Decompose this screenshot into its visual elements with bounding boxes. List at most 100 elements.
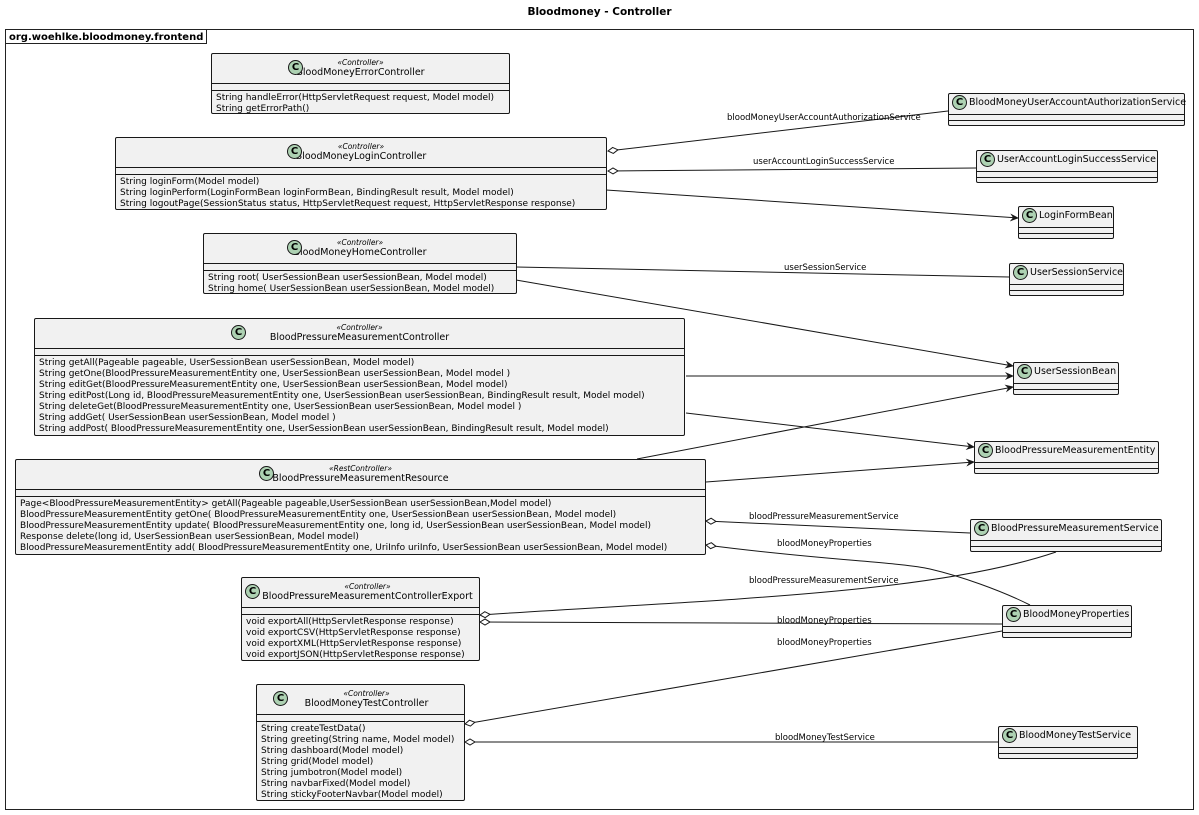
class-header: C «Controller» BloodMoneyLoginController (116, 138, 606, 163)
class-header: C BloodMoneyUserAccountAuthorizationServ… (949, 94, 1186, 111)
class-bloodmoney-test-controller[interactable]: C «Controller» BloodMoneyTestController … (256, 684, 465, 801)
class-name: BloodMoneyTestController (304, 698, 429, 709)
class-bloodmoney-error-controller[interactable]: C «Controller» BloodMoneyErrorController… (211, 53, 510, 114)
edge-label-authorization-service: bloodMoneyUserAccountAuthorizationServic… (727, 113, 921, 123)
edge-label-export-measurement-service: bloodPressureMeasurementService (749, 576, 899, 586)
class-name: LoginFormBean (1039, 210, 1113, 221)
class-name: UserAccountLoginSuccessService (997, 154, 1156, 165)
class-bloodmoney-properties[interactable]: C BloodMoneyProperties (1002, 605, 1132, 638)
class-user-session-service[interactable]: C UserSessionService (1009, 263, 1124, 296)
class-user-account-login-success-service[interactable]: C UserAccountLoginSuccessService (976, 150, 1158, 183)
edge-label-resource-measurement-service: bloodPressureMeasurementService (749, 512, 899, 522)
method-list: String getAll(Pageable pageable, UserSes… (35, 356, 684, 437)
method-list: String createTestData() String greeting(… (257, 722, 464, 803)
method: String loginForm(Model model) (120, 177, 260, 187)
class-c-icon: C (259, 466, 274, 481)
edge-bpm-controller-to-entity (685, 412, 975, 451)
class-c-icon: C (1002, 728, 1017, 743)
class-bloodmoney-home-controller[interactable]: C «Controller» BloodMoneyHomeController … (203, 233, 517, 294)
class-header: C UserAccountLoginSuccessService (977, 151, 1157, 168)
class-c-icon: C (231, 325, 246, 340)
class-c-icon: C (288, 60, 303, 75)
edge-label-export-properties: bloodMoneyProperties (777, 616, 872, 626)
method: void exportCSV(HttpServletResponse respo… (246, 628, 461, 638)
method: String root( UserSessionBean userSession… (208, 273, 487, 283)
method: String navbarFixed(Model model) (261, 779, 411, 789)
method: String dashboard(Model model) (261, 746, 404, 756)
edge-home-to-user-session-service (515, 266, 1010, 278)
class-name: BloodMoneyLoginController (295, 151, 427, 162)
method: String getErrorPath() (216, 104, 310, 114)
method: String createTestData() (261, 724, 366, 734)
edge-test-to-properties (464, 630, 1003, 727)
class-name: BloodPressureMeasurementEntity (995, 445, 1156, 456)
class-c-icon: C (245, 584, 260, 599)
class-blood-pressure-measurement-entity[interactable]: C BloodPressureMeasurementEntity (974, 441, 1159, 474)
class-stereotype: «RestController» (329, 464, 392, 473)
edge-resource-to-properties (705, 542, 1031, 606)
method: Response delete(long id, UserSessionBean… (20, 532, 359, 542)
class-blood-pressure-measurement-service[interactable]: C BloodPressureMeasurementService (970, 519, 1162, 552)
class-name: BloodPressureMeasurementService (991, 523, 1159, 534)
class-name: BloodPressureMeasurementControllerExport (262, 591, 473, 602)
class-header: C «Controller» BloodMoneyErrorController (212, 54, 509, 79)
class-stereotype: «Controller» (337, 58, 384, 67)
method: String greeting(String name, Model model… (261, 735, 455, 745)
method: String getAll(Pageable pageable, UserSes… (39, 358, 415, 368)
class-header: C «Controller» BloodPressureMeasurementC… (35, 319, 684, 344)
class-stereotype: «Controller» (336, 238, 384, 247)
class-c-icon: C (952, 95, 967, 110)
class-header: C LoginFormBean (1019, 207, 1113, 224)
class-bloodmoney-test-service[interactable]: C BloodMoneyTestService (998, 726, 1138, 759)
class-c-icon: C (1013, 265, 1028, 280)
method: void exportJSON(HttpServletResponse resp… (246, 650, 465, 660)
edge-resource-to-user-session-bean (636, 384, 1014, 460)
method: String stickyFooterNavbar(Model model) (261, 790, 443, 800)
method: Page<BloodPressureMeasurementEntity> get… (20, 499, 552, 509)
class-c-icon: C (1006, 607, 1021, 622)
method: String handleError(HttpServletRequest re… (216, 93, 494, 103)
class-header: C UserSessionBean (1014, 363, 1118, 380)
edge-resource-to-measurement-service (705, 517, 971, 534)
class-blood-pressure-measurement-resource[interactable]: C «RestController» BloodPressureMeasurem… (15, 459, 706, 555)
class-c-icon: C (1022, 208, 1037, 223)
edge-label-test-service: bloodMoneyTestService (775, 733, 875, 743)
class-login-form-bean[interactable]: C LoginFormBean (1018, 206, 1114, 239)
class-stereotype: «Controller» (344, 582, 391, 591)
method: String home( UserSessionBean userSession… (208, 284, 495, 294)
method: String grid(Model model) (261, 757, 374, 767)
method: BloodPressureMeasurementEntity getOne( B… (20, 510, 617, 520)
class-blood-pressure-measurement-controller[interactable]: C «Controller» BloodPressureMeasurementC… (34, 318, 685, 436)
edge-label-user-session-service: userSessionService (784, 263, 866, 273)
edge-login-to-login-success-service (607, 167, 977, 175)
class-c-icon: C (1017, 364, 1032, 379)
class-header: C «Controller» BloodPressureMeasurementC… (242, 578, 479, 603)
class-name: BloodMoneyTestService (1019, 730, 1132, 741)
edge-resource-to-entity (705, 458, 975, 483)
class-header: C BloodPressureMeasurementService (971, 520, 1161, 537)
method: String loginPerform(LoginFormBean loginF… (120, 188, 514, 198)
method: String deleteGet(BloodPressureMeasuremen… (39, 402, 522, 412)
class-header: C «RestController» BloodPressureMeasurem… (16, 460, 705, 485)
class-c-icon: C (974, 521, 989, 536)
class-name: UserSessionService (1030, 267, 1124, 278)
class-stereotype: «Controller» (343, 689, 390, 698)
method: String editGet(BloodPressureMeasurementE… (39, 380, 508, 390)
class-c-icon: C (978, 443, 993, 458)
method-list: Page<BloodPressureMeasurementEntity> get… (16, 497, 705, 556)
edge-label-login-success-service: userAccountLoginSuccessService (753, 157, 894, 167)
class-bloodmoney-login-controller[interactable]: C «Controller» BloodMoneyLoginController… (115, 137, 607, 210)
class-header: C BloodMoneyProperties (1003, 606, 1131, 623)
class-c-icon: C (980, 152, 995, 167)
class-bloodmoney-user-account-authorization-service[interactable]: C BloodMoneyUserAccountAuthorizationServ… (948, 93, 1186, 126)
method: String jumbotron(Model model) (261, 768, 403, 778)
class-blood-pressure-measurement-controller-export[interactable]: C «Controller» BloodPressureMeasurementC… (241, 577, 480, 661)
method-list: String loginForm(Model model) String log… (116, 175, 606, 212)
class-header: C UserSessionService (1010, 264, 1123, 281)
class-c-icon: C (287, 240, 302, 255)
class-name: BloodMoneyHomeController (293, 247, 427, 258)
method-list: String handleError(HttpServletRequest re… (212, 91, 509, 117)
class-user-session-bean[interactable]: C UserSessionBean (1013, 362, 1119, 395)
class-name: BloodMoneyProperties (1023, 609, 1130, 620)
class-header: C «Controller» BloodMoneyHomeController (204, 234, 516, 259)
